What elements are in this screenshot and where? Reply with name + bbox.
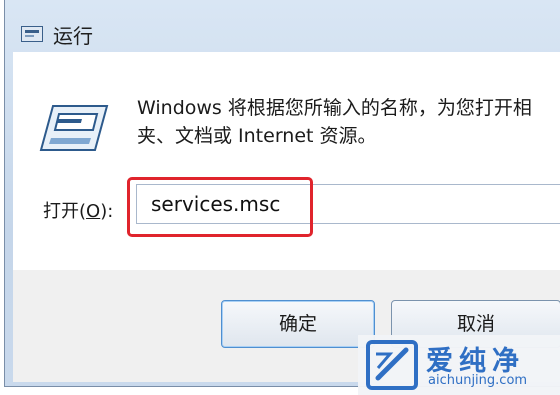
watermark: 爱纯净 aichunjing.com: [358, 335, 560, 395]
run-window-icon: [39, 104, 109, 156]
open-label-suffix: ):: [100, 201, 114, 222]
open-field-label: 打开(O):: [43, 197, 113, 223]
dialog-body: Windows 将根据您所输入的名称，为您打开相 夹、文档或 Internet …: [13, 52, 560, 382]
dialog-description: Windows 将根据您所输入的名称，为您打开相 夹、文档或 Internet …: [137, 97, 532, 147]
window-title: 运行: [53, 24, 93, 48]
dialog-content: Windows 将根据您所输入的名称，为您打开相 夹、文档或 Internet …: [13, 52, 560, 270]
open-label-prefix: 打开(: [43, 201, 87, 222]
open-label-accesskey: O: [86, 201, 101, 222]
aichunjing-logo-icon: [366, 340, 418, 394]
run-window-icon: [21, 26, 43, 46]
highlight-box: [127, 177, 313, 237]
ok-button[interactable]: 确定: [221, 300, 375, 348]
watermark-url: aichunjing.com: [428, 373, 528, 388]
title-bar[interactable]: 运行: [5, 0, 560, 52]
run-dialog-window: 运行 Windows 将根据您所输入的名称，为您打开相 夹、文档或 Intern…: [4, 0, 560, 387]
